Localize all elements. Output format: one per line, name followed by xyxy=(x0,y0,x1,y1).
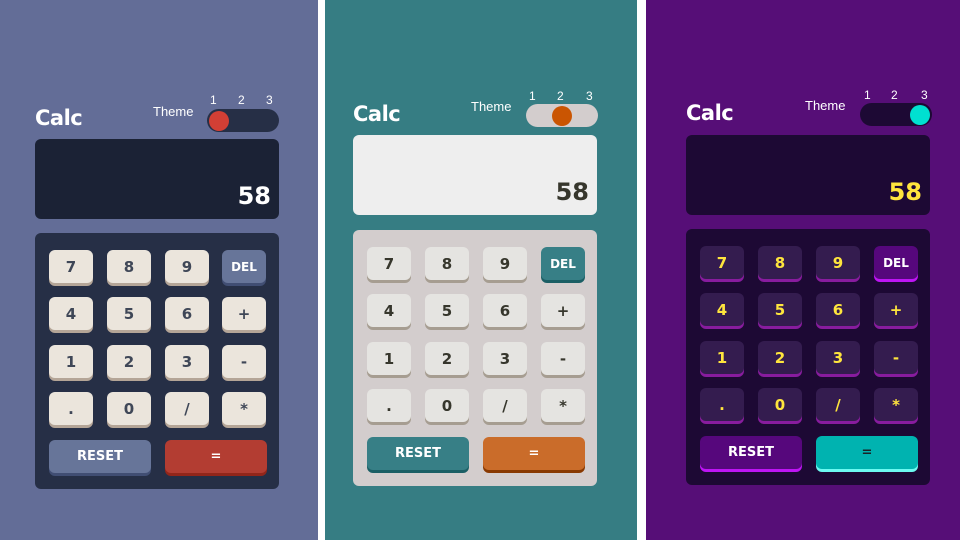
key-plus[interactable]: + xyxy=(541,294,585,327)
theme-toggle-knob[interactable] xyxy=(552,106,572,126)
theme-number-1: 1 xyxy=(864,88,871,102)
key-7[interactable]: 7 xyxy=(49,250,93,283)
key-7[interactable]: 7 xyxy=(367,247,411,280)
app-title: Calc xyxy=(35,106,83,130)
key-9[interactable]: 9 xyxy=(165,250,209,283)
key-8[interactable]: 8 xyxy=(425,247,469,280)
theme-label: Theme xyxy=(805,98,846,113)
key-multiply[interactable]: * xyxy=(222,392,266,425)
theme-numbers: 1 2 3 xyxy=(207,93,277,107)
theme-number-1: 1 xyxy=(210,93,217,107)
key-divide[interactable]: / xyxy=(165,392,209,425)
theme-number-3: 3 xyxy=(266,93,273,107)
calculator-app: Calc Theme 1 2 3 58 7 8 9 DEL 4 5 6 + 1 … xyxy=(686,87,932,487)
key-3[interactable]: 3 xyxy=(165,345,209,378)
key-minus[interactable]: - xyxy=(874,341,918,374)
theme-number-1: 1 xyxy=(529,89,536,103)
key-2[interactable]: 2 xyxy=(425,342,469,375)
delete-button[interactable]: DEL xyxy=(222,250,266,283)
keypad: 7 8 9 DEL 4 5 6 + 1 2 3 - . 0 / * RESET … xyxy=(353,230,597,486)
key-0[interactable]: 0 xyxy=(425,389,469,422)
key-3[interactable]: 3 xyxy=(816,341,860,374)
theme-toggle[interactable] xyxy=(207,109,279,132)
reset-button[interactable]: RESET xyxy=(49,440,151,473)
calculator-app: Calc Theme 1 2 3 58 7 8 9 DEL 4 5 6 + 1 … xyxy=(35,92,279,492)
key-6[interactable]: 6 xyxy=(483,294,527,327)
keypad: 7 8 9 DEL 4 5 6 + 1 2 3 - . 0 / * RESET … xyxy=(35,233,279,489)
calculator-panel-theme-1: Calc Theme 1 2 3 58 7 8 9 DEL 4 5 6 + 1 … xyxy=(0,0,318,540)
key-9[interactable]: 9 xyxy=(483,247,527,280)
key-5[interactable]: 5 xyxy=(758,293,802,326)
calculator-panel-theme-2: Calc Theme 1 2 3 58 7 8 9 DEL 4 5 6 + 1 … xyxy=(325,0,637,540)
key-plus[interactable]: + xyxy=(222,297,266,330)
reset-button[interactable]: RESET xyxy=(700,436,802,469)
key-5[interactable]: 5 xyxy=(425,294,469,327)
theme-number-3: 3 xyxy=(586,89,593,103)
key-divide[interactable]: / xyxy=(483,389,527,422)
key-divide[interactable]: / xyxy=(816,388,860,421)
key-2[interactable]: 2 xyxy=(107,345,151,378)
reset-button[interactable]: RESET xyxy=(367,437,469,470)
calculator-app: Calc Theme 1 2 3 58 7 8 9 DEL 4 5 6 + 1 … xyxy=(353,88,598,488)
theme-number-3: 3 xyxy=(921,88,928,102)
key-decimal[interactable]: . xyxy=(700,388,744,421)
display-value: 58 xyxy=(237,182,271,210)
theme-label: Theme xyxy=(153,104,194,119)
key-decimal[interactable]: . xyxy=(367,389,411,422)
key-5[interactable]: 5 xyxy=(107,297,151,330)
theme-number-2: 2 xyxy=(238,93,245,107)
theme-toggle[interactable] xyxy=(526,104,598,127)
theme-numbers: 1 2 3 xyxy=(525,89,595,103)
equals-button[interactable]: = xyxy=(483,437,585,470)
key-1[interactable]: 1 xyxy=(367,342,411,375)
theme-toggle-knob[interactable] xyxy=(209,111,229,131)
key-4[interactable]: 4 xyxy=(367,294,411,327)
delete-button[interactable]: DEL xyxy=(541,247,585,280)
app-title: Calc xyxy=(686,101,734,125)
theme-number-2: 2 xyxy=(891,88,898,102)
key-3[interactable]: 3 xyxy=(483,342,527,375)
key-multiply[interactable]: * xyxy=(541,389,585,422)
calculator-panel-theme-3: Calc Theme 1 2 3 58 7 8 9 DEL 4 5 6 + 1 … xyxy=(646,0,960,540)
key-9[interactable]: 9 xyxy=(816,246,860,279)
key-6[interactable]: 6 xyxy=(165,297,209,330)
key-8[interactable]: 8 xyxy=(758,246,802,279)
key-multiply[interactable]: * xyxy=(874,388,918,421)
keypad: 7 8 9 DEL 4 5 6 + 1 2 3 - . 0 / * RESET … xyxy=(686,229,930,485)
key-decimal[interactable]: . xyxy=(49,392,93,425)
theme-number-2: 2 xyxy=(557,89,564,103)
key-8[interactable]: 8 xyxy=(107,250,151,283)
equals-button[interactable]: = xyxy=(816,436,918,469)
key-4[interactable]: 4 xyxy=(49,297,93,330)
equals-button[interactable]: = xyxy=(165,440,267,473)
key-plus[interactable]: + xyxy=(874,293,918,326)
delete-button[interactable]: DEL xyxy=(874,246,918,279)
display-screen: 58 xyxy=(353,135,597,215)
display-screen: 58 xyxy=(35,139,279,219)
key-0[interactable]: 0 xyxy=(758,388,802,421)
theme-label: Theme xyxy=(471,99,512,114)
theme-toggle[interactable] xyxy=(860,103,932,126)
key-minus[interactable]: - xyxy=(541,342,585,375)
key-7[interactable]: 7 xyxy=(700,246,744,279)
key-4[interactable]: 4 xyxy=(700,293,744,326)
key-2[interactable]: 2 xyxy=(758,341,802,374)
theme-numbers: 1 2 3 xyxy=(860,88,930,102)
key-1[interactable]: 1 xyxy=(49,345,93,378)
key-6[interactable]: 6 xyxy=(816,293,860,326)
display-screen: 58 xyxy=(686,135,930,215)
app-title: Calc xyxy=(353,102,401,126)
display-value: 58 xyxy=(888,178,922,206)
display-value: 58 xyxy=(555,178,589,206)
key-0[interactable]: 0 xyxy=(107,392,151,425)
theme-toggle-knob[interactable] xyxy=(910,105,930,125)
key-minus[interactable]: - xyxy=(222,345,266,378)
key-1[interactable]: 1 xyxy=(700,341,744,374)
